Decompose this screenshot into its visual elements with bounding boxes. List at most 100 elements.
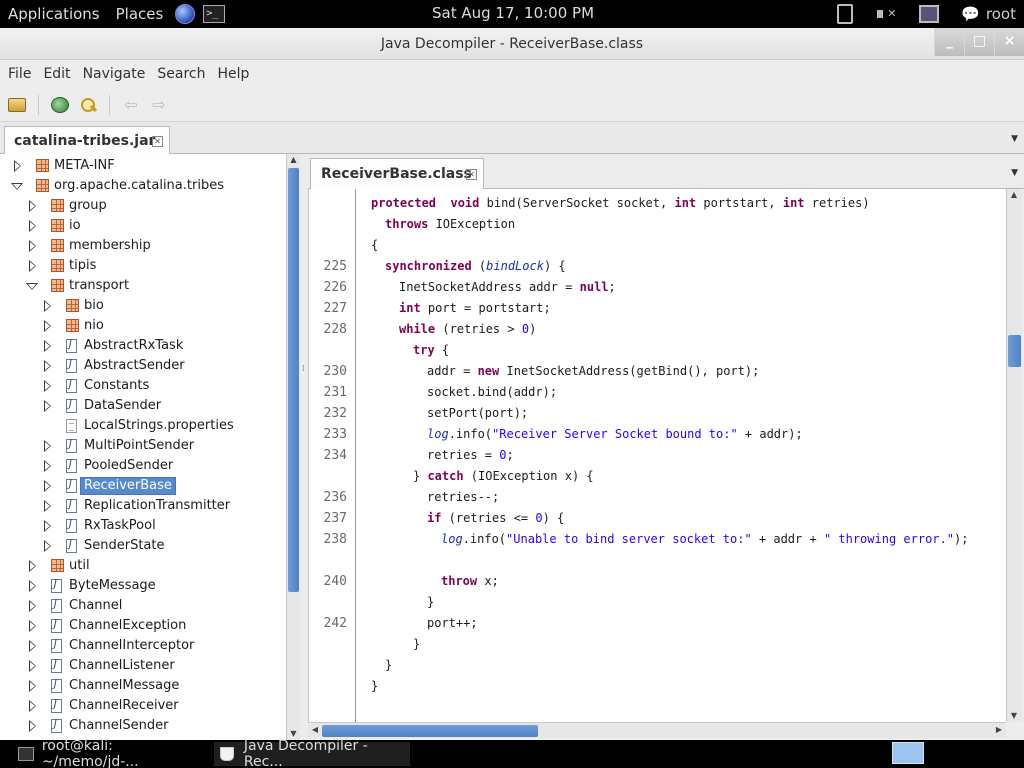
tree-node-bio[interactable]: bio: [0, 296, 286, 316]
tree-node-channelmessage[interactable]: ChannelMessage: [0, 676, 286, 696]
tree-node-abstractrxtask[interactable]: AbstractRxTask: [0, 336, 286, 356]
user-menu[interactable]: 💬 root: [961, 5, 1016, 23]
chevron-down-icon[interactable]: ▼: [1011, 134, 1018, 144]
places-menu[interactable]: Places: [108, 5, 172, 23]
collapsed-toggle-icon[interactable]: [29, 200, 36, 212]
close-button[interactable]: ×: [994, 28, 1024, 56]
tree-node-io[interactable]: io: [0, 216, 286, 236]
collapsed-toggle-icon[interactable]: [29, 220, 36, 232]
collapsed-toggle-icon[interactable]: [44, 340, 51, 352]
collapsed-toggle-icon[interactable]: [44, 540, 51, 552]
package-tree[interactable]: META-INF org.apache.catalina.tribes group i…: [0, 154, 286, 740]
web-browser-icon[interactable]: [175, 4, 196, 24]
collapsed-toggle-icon[interactable]: [44, 300, 51, 312]
scroll-up-arrow-icon[interactable]: ▲: [1008, 189, 1020, 201]
collapsed-toggle-icon[interactable]: [29, 660, 36, 672]
collapsed-toggle-icon[interactable]: [44, 440, 51, 452]
tree-node-localstrings-properties[interactable]: LocalStrings.properties: [0, 416, 286, 436]
scroll-down-arrow-icon[interactable]: ▼: [1008, 710, 1020, 722]
tree-scrollbar[interactable]: ▲ ▼: [286, 154, 300, 740]
expanded-toggle-icon[interactable]: [26, 283, 38, 290]
tree-node-channelexception[interactable]: ChannelException: [0, 616, 286, 636]
open-type-button[interactable]: [49, 94, 71, 116]
source-code-view[interactable]: 225 226 227 228 230 231 232 233 234 236 237 238 240 2…: [308, 189, 1006, 722]
tree-node-channelsender[interactable]: ChannelSender: [0, 716, 286, 736]
tree-node-channel[interactable]: Channel: [0, 596, 286, 616]
editor-vertical-scrollbar[interactable]: ▲ ▼: [1006, 189, 1022, 722]
tree-node-constants[interactable]: Constants: [0, 376, 286, 396]
workspace-switcher[interactable]: [892, 742, 924, 764]
applications-menu[interactable]: Applications: [0, 5, 108, 23]
collapsed-toggle-icon[interactable]: [44, 380, 51, 392]
tree-node-group[interactable]: group: [0, 196, 286, 216]
back-button[interactable]: ⇦: [120, 94, 142, 116]
maximize-button[interactable]: □: [964, 28, 994, 56]
close-tab-icon[interactable]: ✕: [152, 136, 163, 147]
tree-node-channellistener[interactable]: ChannelListener: [0, 656, 286, 676]
tree-node-replicationtransmitter[interactable]: ReplicationTransmitter: [0, 496, 286, 516]
collapsed-toggle-icon[interactable]: [29, 640, 36, 652]
collapsed-toggle-icon[interactable]: [29, 720, 36, 732]
collapsed-toggle-icon[interactable]: [29, 700, 36, 712]
chevron-down-icon[interactable]: ▼: [1011, 168, 1018, 178]
collapsed-toggle-icon[interactable]: [44, 460, 51, 472]
search-button[interactable]: [77, 94, 99, 116]
minimize-button[interactable]: _: [934, 28, 964, 56]
collapsed-toggle-icon[interactable]: [29, 620, 36, 632]
menu-search[interactable]: Search: [151, 66, 211, 82]
tree-node-nio[interactable]: nio: [0, 316, 286, 336]
tab-receiverbase-class[interactable]: ReceiverBase.class ✕: [310, 158, 484, 189]
tree-node-datasender[interactable]: DataSender: [0, 396, 286, 416]
scrollbar-thumb[interactable]: [1008, 335, 1021, 367]
collapsed-toggle-icon[interactable]: [44, 520, 51, 532]
collapsed-toggle-icon[interactable]: [14, 160, 21, 172]
collapsed-toggle-icon[interactable]: [44, 480, 51, 492]
menu-file[interactable]: File: [2, 66, 37, 82]
tree-node-transport[interactable]: transport: [0, 276, 286, 296]
tree-node-org-apache-catalina-tribes[interactable]: org.apache.catalina.tribes: [0, 176, 286, 196]
tree-node-senderstate[interactable]: SenderState: [0, 536, 286, 556]
collapsed-toggle-icon[interactable]: [29, 680, 36, 692]
tree-node-abstractsender[interactable]: AbstractSender: [0, 356, 286, 376]
collapsed-toggle-icon[interactable]: [44, 320, 51, 332]
tree-node-pooledsender[interactable]: PooledSender: [0, 456, 286, 476]
collapsed-toggle-icon[interactable]: [29, 560, 36, 572]
collapsed-toggle-icon[interactable]: [44, 500, 51, 512]
tree-node-multipointsender[interactable]: MultiPointSender: [0, 436, 286, 456]
tree-node-bytemessage[interactable]: ByteMessage: [0, 576, 286, 596]
pane-splitter[interactable]: ⁞: [300, 154, 308, 740]
tree-node-meta-inf[interactable]: META-INF: [0, 156, 286, 176]
collapsed-toggle-icon[interactable]: [44, 360, 51, 372]
network-icon[interactable]: [919, 5, 940, 23]
collapsed-toggle-icon[interactable]: [29, 580, 36, 592]
close-tab-icon[interactable]: ✕: [466, 169, 477, 180]
taskbar-item-terminal[interactable]: root@kali: ~/memo/jd-...: [12, 738, 212, 768]
scroll-left-arrow-icon[interactable]: ◀: [309, 724, 321, 736]
collapsed-toggle-icon[interactable]: [29, 600, 36, 612]
tree-node-receiverbase[interactable]: ReceiverBase: [0, 476, 286, 496]
taskbar-item-java-decompiler[interactable]: Java Decompiler - Rec...: [214, 738, 410, 768]
tree-node-membership[interactable]: membership: [0, 236, 286, 256]
scrollbar-thumb[interactable]: [288, 168, 299, 592]
tree-node-channelinterceptor[interactable]: ChannelInterceptor: [0, 636, 286, 656]
open-file-button[interactable]: [6, 94, 28, 116]
window-titlebar[interactable]: Java Decompiler - ReceiverBase.class _ □…: [0, 28, 1024, 60]
forward-button[interactable]: ⇨: [148, 94, 170, 116]
tree-node-channelreceiver[interactable]: ChannelReceiver: [0, 696, 286, 716]
expanded-toggle-icon[interactable]: [11, 183, 23, 190]
volume-muted-icon[interactable]: [875, 5, 897, 23]
tree-node-rxtaskpool[interactable]: RxTaskPool: [0, 516, 286, 536]
scroll-right-arrow-icon[interactable]: ▶: [993, 724, 1005, 736]
terminal-launcher-icon[interactable]: >_: [203, 5, 226, 23]
clipboard-icon[interactable]: [837, 4, 854, 24]
scroll-up-arrow-icon[interactable]: ▲: [287, 154, 300, 166]
collapsed-toggle-icon[interactable]: [29, 240, 36, 252]
menu-help[interactable]: Help: [211, 66, 255, 82]
tree-node-tipis[interactable]: tipis: [0, 256, 286, 276]
tree-node-util[interactable]: util: [0, 556, 286, 576]
clock[interactable]: Sat Aug 17, 10:00 PM: [432, 4, 594, 22]
collapsed-toggle-icon[interactable]: [29, 260, 36, 272]
editor-horizontal-scrollbar[interactable]: ◀ ▶: [308, 722, 1006, 738]
tab-catalina-tribes-jar[interactable]: catalina-tribes.jar ✕: [4, 126, 170, 155]
collapsed-toggle-icon[interactable]: [44, 400, 51, 412]
